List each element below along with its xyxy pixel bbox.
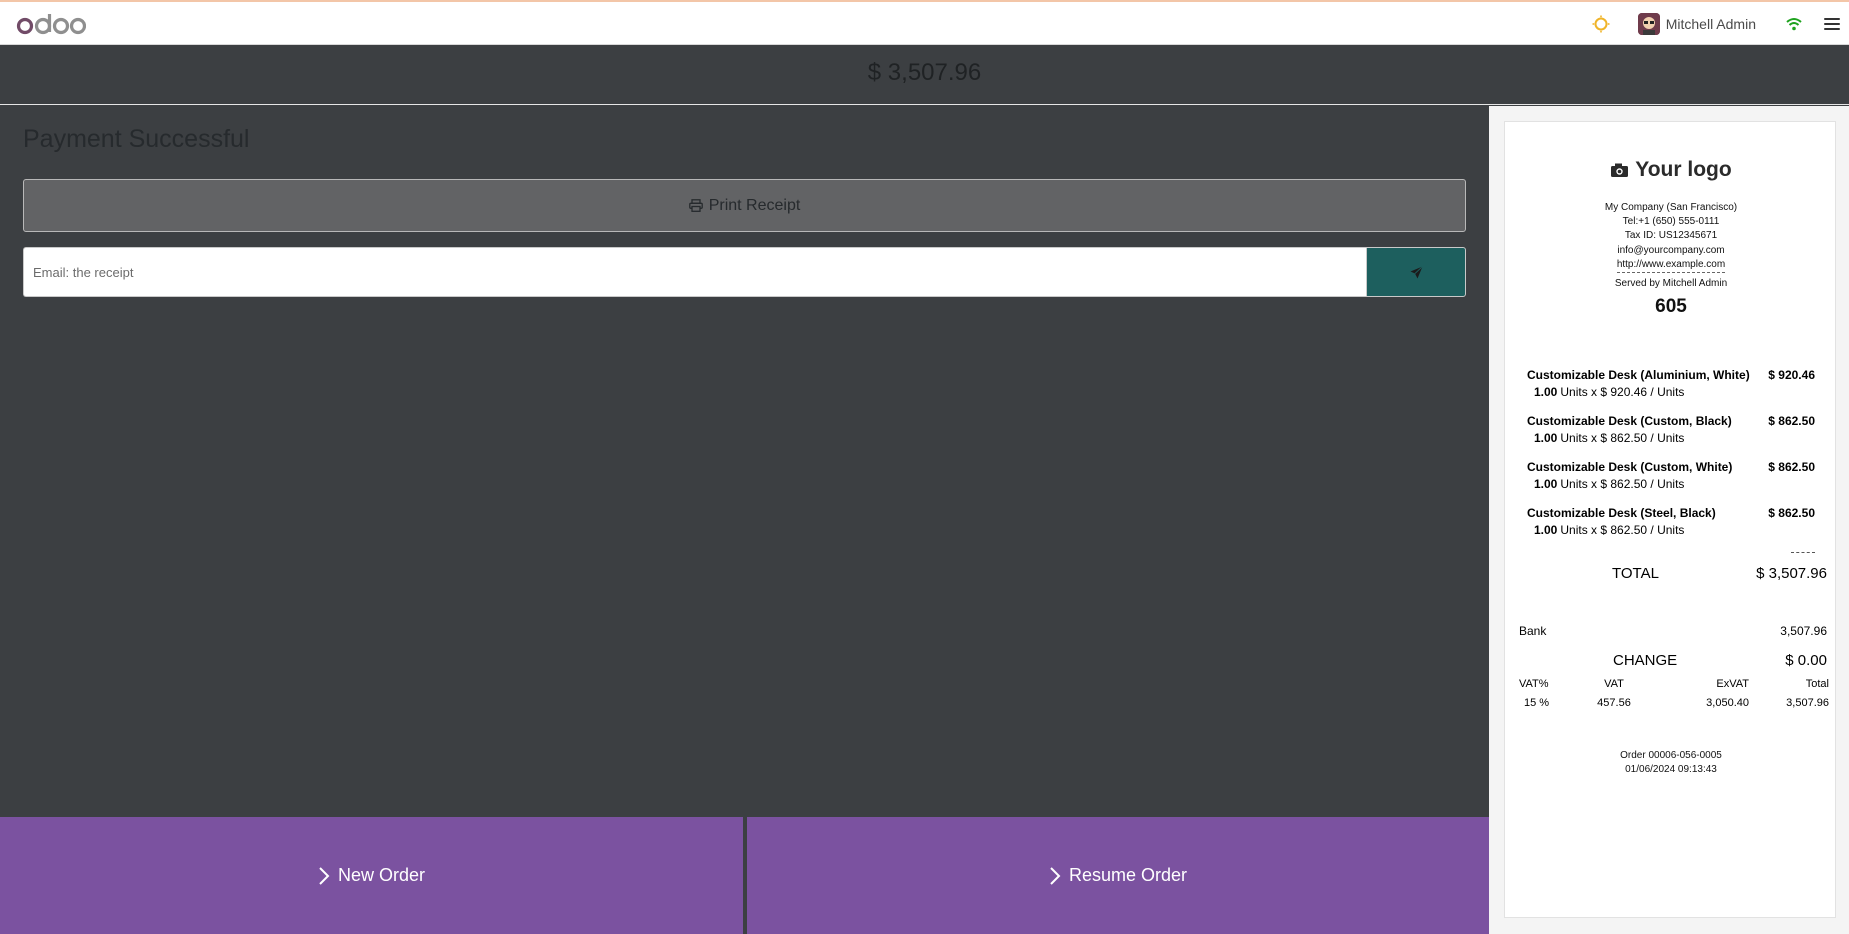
vat-cell: 15 % [1524, 696, 1550, 709]
email-receipt-row [23, 247, 1466, 297]
line-price: $ 920.46 [1768, 368, 1815, 382]
line-detail: 1.00 Units x $ 862.50 / Units [1527, 477, 1815, 491]
change-value: $ 0.00 [1785, 652, 1827, 669]
line-qty: 1.00 [1534, 385, 1558, 399]
receipt-logo: Your logo [1505, 158, 1837, 182]
receipt-line: Customizable Desk (Custom, Black) $ 862.… [1527, 414, 1815, 445]
company-name: My Company (San Francisco) [1604, 202, 1738, 213]
total-separator [1791, 552, 1815, 553]
company-tax-id: Tax ID: US12345671 [1624, 230, 1718, 242]
vat-row: 15 % 457.56 3,050.40 3,507.96 [1519, 693, 1829, 712]
vat-header: VAT% [1519, 677, 1549, 690]
change-label: CHANGE [1613, 652, 1678, 669]
line-unit-detail: Units x $ 920.46 / Units [1560, 385, 1685, 399]
receipt-number: 605 [1655, 296, 1687, 317]
email-input[interactable] [23, 247, 1366, 297]
avatar [1637, 12, 1660, 35]
line-unit-detail: Units x $ 862.50 / Units [1560, 477, 1685, 491]
vat-cell: 3,050.40 [1706, 696, 1749, 709]
new-order-button[interactable]: New Order [0, 817, 743, 934]
receipt-separator [1617, 272, 1725, 273]
total-value: $ 3,507.96 [1756, 565, 1827, 582]
top-navbar: Mitchell Admin [0, 0, 1849, 45]
total-amount: $ 3,507.96 [867, 59, 982, 86]
receipt-line: Customizable Desk (Aluminium, White) $ 9… [1527, 368, 1815, 399]
line-qty: 1.00 [1534, 431, 1558, 445]
line-unit-detail: Units x $ 862.50 / Units [1560, 523, 1685, 537]
navbar-right: Mitchell Admin [1590, 2, 1849, 45]
printer-icon [688, 199, 703, 212]
vat-header-row: VAT% VAT ExVAT Total [1519, 674, 1829, 693]
user-name: Mitchell Admin [1665, 15, 1756, 32]
print-receipt-button[interactable]: Print Receipt [23, 179, 1466, 232]
vat-header: ExVAT [1716, 677, 1749, 690]
page-title: Payment Successful [23, 125, 250, 153]
line-qty: 1.00 [1534, 523, 1558, 537]
resume-order-label: Resume Order [1068, 865, 1188, 885]
vat-cell: 457.56 [1597, 696, 1631, 709]
company-website: http://www.example.com [1616, 258, 1726, 270]
order-reference: Order 00006-056-0005 01/06/2024 09:13:43 [1505, 749, 1837, 777]
line-price: $ 862.50 [1768, 460, 1815, 474]
payment-panel: Payment Successful Print Receipt [0, 106, 1489, 816]
menu-bar [1824, 27, 1840, 30]
camera-icon [1611, 163, 1629, 177]
chevron-right-icon [1050, 866, 1061, 885]
line-qty: 1.00 [1534, 477, 1558, 491]
line-price: $ 862.50 [1768, 506, 1815, 520]
receipt-logo-text: Your logo [1635, 158, 1732, 181]
payment-method-label: Bank [1519, 624, 1547, 638]
line-detail: 1.00 Units x $ 862.50 / Units [1527, 523, 1815, 537]
vat-header: VAT [1604, 677, 1624, 690]
user-menu[interactable]: Mitchell Admin [1637, 12, 1756, 35]
company-email: info@yourcompany.com [1617, 244, 1725, 256]
amount-header: $ 3,507.96 [0, 45, 1849, 105]
sun-icon[interactable] [1590, 13, 1612, 35]
company-phone: Tel:+1 (650) 555-0111 [1622, 216, 1720, 228]
line-unit-detail: Units x $ 862.50 / Units [1560, 431, 1685, 445]
print-receipt-label: Print Receipt [708, 196, 801, 214]
new-order-label: New Order [337, 865, 426, 885]
line-price: $ 862.50 [1768, 414, 1815, 428]
menu-bar [1824, 17, 1840, 20]
vat-header: Total [1805, 677, 1829, 690]
order-date: 01/06/2024 09:13:43 [1625, 764, 1717, 775]
total-label: TOTAL [1612, 565, 1659, 582]
order-id: Order 00006-056-0005 [1620, 750, 1722, 761]
receipt-line: Customizable Desk (Custom, White) $ 862.… [1527, 460, 1815, 491]
vat-cell: 3,507.96 [1786, 696, 1829, 709]
receipt-preview-area: Your logo My Company (San Francisco) Tel… [1489, 106, 1849, 934]
chevron-right-icon [319, 866, 330, 885]
receipt: Your logo My Company (San Francisco) Tel… [1504, 121, 1836, 918]
menu-bar [1824, 22, 1840, 25]
send-email-button[interactable] [1366, 247, 1466, 297]
resume-order-button[interactable]: Resume Order [747, 817, 1489, 934]
receipt-company-info: My Company (San Francisco) Tel:+1 (650) … [1505, 201, 1837, 272]
paper-plane-icon [1410, 265, 1423, 278]
odoo-logo[interactable] [16, 11, 87, 37]
hamburger-menu-icon[interactable] [1824, 16, 1840, 32]
line-detail: 1.00 Units x $ 920.46 / Units [1527, 385, 1815, 399]
payment-method-value: 3,507.96 [1780, 624, 1827, 638]
served-by: Served by Mitchell Admin [1614, 278, 1728, 289]
vat-table: VAT% VAT ExVAT Total 15 % 457.56 3,050.4… [1519, 674, 1829, 712]
wifi-icon[interactable] [1784, 14, 1804, 34]
line-detail: 1.00 Units x $ 862.50 / Units [1527, 431, 1815, 445]
receipt-line: Customizable Desk (Steel, Black) $ 862.5… [1527, 506, 1815, 537]
